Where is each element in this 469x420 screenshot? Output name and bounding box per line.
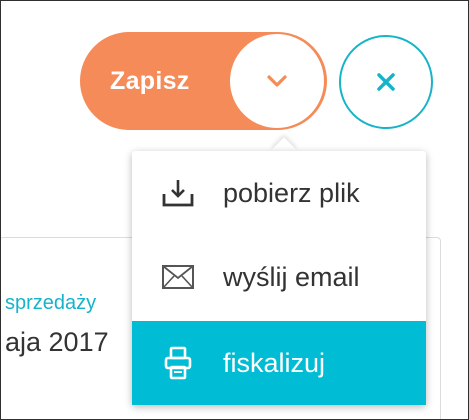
form-field-value[interactable]: aja 2017 — [5, 327, 109, 358]
envelope-icon — [160, 259, 196, 295]
save-button[interactable]: Zapisz — [110, 32, 190, 130]
menu-item-download[interactable]: pobierz plik — [132, 151, 426, 235]
close-button[interactable] — [339, 35, 433, 129]
close-icon — [377, 73, 395, 91]
menu-item-email[interactable]: wyślij email — [132, 235, 426, 319]
download-icon — [160, 175, 196, 211]
app-frame: sprzedaży aja 2017 Zapisz pobierz plik w… — [0, 0, 469, 420]
form-field-label: sprzedaży — [5, 292, 97, 314]
menu-item-label: pobierz plik — [223, 177, 360, 208]
save-options-menu: pobierz plik wyślij email fiskalizuj — [132, 151, 426, 405]
menu-item-label: fiskalizuj — [223, 347, 326, 378]
menu-item-fiscalize[interactable]: fiskalizuj — [132, 321, 426, 405]
chevron-down-icon — [267, 75, 287, 87]
menu-item-label: wyślij email — [223, 261, 360, 292]
printer-icon — [160, 345, 196, 381]
save-options-toggle[interactable] — [230, 34, 324, 128]
save-split-button: Zapisz — [80, 32, 327, 130]
